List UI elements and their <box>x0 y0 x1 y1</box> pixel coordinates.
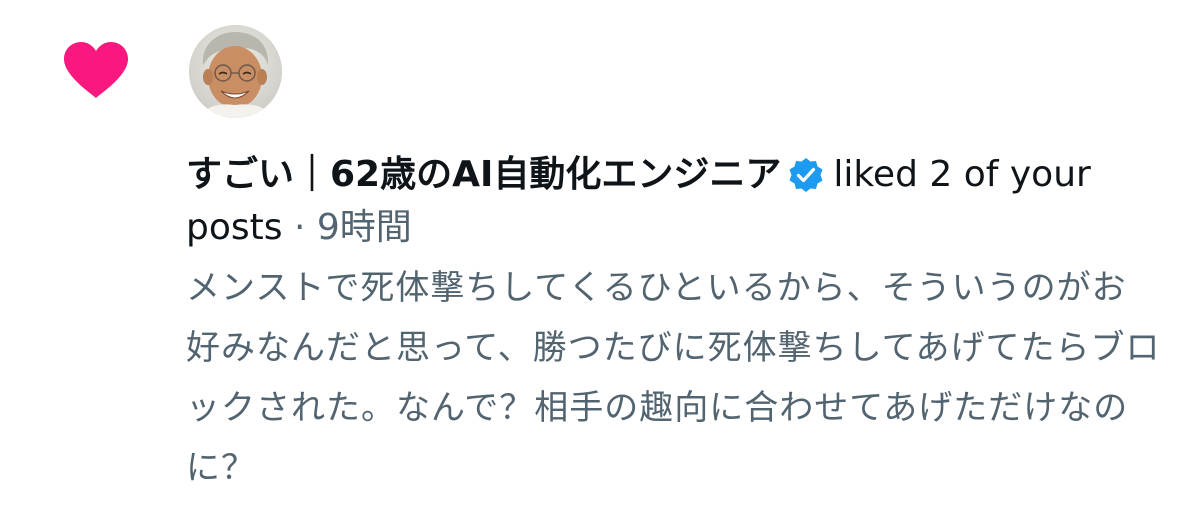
notification-headline: すごい｜62歳のAI自動化エンジニア liked 2 of your posts … <box>186 148 1161 254</box>
heart-icon <box>62 42 130 100</box>
notification-item[interactable]: すごい｜62歳のAI自動化エンジニア liked 2 of your posts … <box>0 0 1200 510</box>
verified-badge-icon <box>787 156 825 194</box>
avatar[interactable] <box>189 25 282 118</box>
user-name-link[interactable]: すごい｜62歳のAI自動化エンジニア <box>186 154 781 195</box>
timestamp: 9時間 <box>316 207 412 248</box>
notification-text: すごい｜62歳のAI自動化エンジニア liked 2 of your posts … <box>186 148 1161 498</box>
separator: · <box>282 207 317 248</box>
post-preview: メンストで死体撃ちしてくるひといるから、そういうのがお好みなんだと思って、勝つた… <box>186 268 1161 488</box>
